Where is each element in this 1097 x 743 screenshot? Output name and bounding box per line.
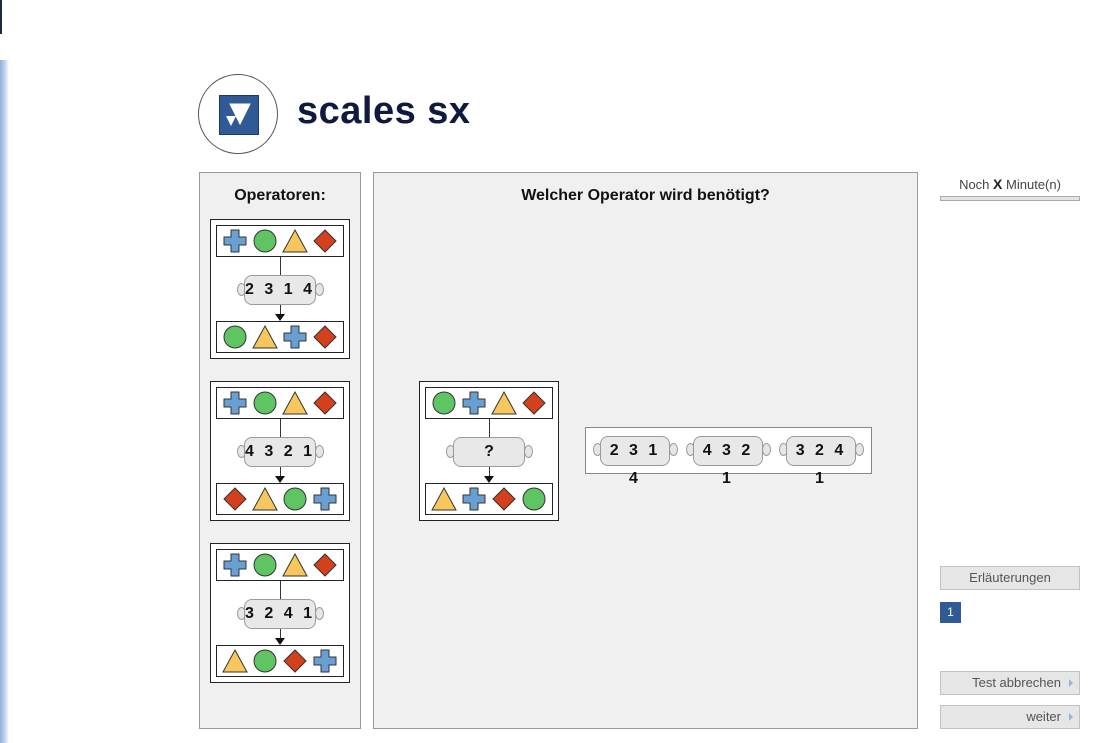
pill-knob-right [315, 445, 324, 458]
page-number-badge[interactable]: 1 [940, 602, 961, 623]
answer-option-label: 3 2 4 1 [786, 436, 856, 487]
pill-knob-right [524, 445, 533, 458]
triangle-icon [282, 390, 308, 415]
operator-card: 3 2 4 1 [210, 543, 350, 683]
arrow-down-icon [275, 314, 285, 321]
triangle-icon [252, 486, 278, 511]
operators-panel: Operatoren: 2 3 1 4 4 3 2 1 3 2 4 1 [199, 172, 361, 729]
pill-knob-right [762, 443, 771, 456]
explanations-button[interactable]: Erläuterungen [940, 566, 1080, 590]
triangle-icon [282, 228, 308, 253]
connector-line [280, 305, 281, 314]
shape-row-output [425, 483, 553, 515]
timer-value: X [993, 176, 1003, 192]
cross-icon [462, 487, 486, 511]
logo [198, 74, 278, 154]
diamond-icon [313, 229, 337, 253]
operator-card: 2 3 1 4 [210, 219, 350, 359]
shape-row-output [216, 483, 344, 515]
cancel-test-label: Test abbrechen [972, 675, 1061, 690]
pill-knob-right [315, 283, 324, 296]
shape-row-output [216, 645, 344, 677]
triangle-icon [431, 486, 457, 511]
connector-line [280, 419, 281, 437]
diamond-icon [223, 487, 247, 511]
diamond-icon [492, 487, 516, 511]
answer-option-label: 4 3 2 1 [693, 436, 763, 487]
connector-line [489, 467, 490, 476]
unknown-operator: ? [453, 437, 525, 467]
cross-icon [223, 391, 247, 415]
cross-icon [313, 487, 337, 511]
shape-row-input [216, 387, 344, 419]
circle-icon [223, 325, 247, 349]
connector-line [489, 419, 490, 437]
pill-knob-right [669, 443, 678, 456]
diamond-icon [283, 649, 307, 673]
triangle-icon [222, 648, 248, 673]
operator-code: 3 2 4 1 [244, 599, 316, 629]
pill-knob-right [855, 443, 864, 456]
timer-prefix: Noch [959, 177, 990, 192]
question-heading: Welcher Operator wird benötigt? [521, 187, 770, 204]
circle-icon [432, 391, 456, 415]
pill-knob-right [315, 607, 324, 620]
triangle-icon [252, 324, 278, 349]
shape-row-input [216, 549, 344, 581]
next-label: weiter [1026, 709, 1061, 724]
connector-line [280, 467, 281, 476]
diamond-icon [313, 325, 337, 349]
circle-icon [253, 553, 277, 577]
diamond-icon [522, 391, 546, 415]
answer-option-label: 2 3 1 4 [600, 436, 670, 487]
logo-icon [219, 95, 259, 135]
diamond-icon [313, 391, 337, 415]
circle-icon [253, 649, 277, 673]
explanations-label: Erläuterungen [969, 570, 1051, 585]
timer-suffix: Minute(n) [1006, 177, 1061, 192]
time-progress-bar [940, 196, 1080, 201]
cross-icon [223, 229, 247, 253]
circle-icon [253, 229, 277, 253]
cross-icon [283, 325, 307, 349]
next-button[interactable]: weiter [940, 705, 1080, 729]
triangle-icon [282, 552, 308, 577]
circle-icon [253, 391, 277, 415]
arrow-down-icon [484, 476, 494, 483]
circle-icon [522, 487, 546, 511]
app-title: scales sx [297, 90, 471, 132]
window-corner-mark [0, 0, 2, 34]
time-remaining: Noch X Minute(n) [940, 176, 1080, 192]
chevron-right-icon [1069, 679, 1073, 687]
triangle-icon [491, 390, 517, 415]
window-left-edge [0, 60, 9, 743]
operator-code: 2 3 1 4 [244, 275, 316, 305]
connector-line [280, 257, 281, 275]
chevron-right-icon [1069, 713, 1073, 721]
operator-code: 4 3 2 1 [244, 437, 316, 467]
cross-icon [462, 391, 486, 415]
connector-line [280, 629, 281, 638]
arrow-down-icon [275, 638, 285, 645]
question-card: ? [419, 381, 559, 521]
connector-line [280, 581, 281, 599]
cancel-test-button[interactable]: Test abbrechen [940, 671, 1080, 695]
cross-icon [223, 553, 247, 577]
shape-row-input [425, 387, 553, 419]
operators-heading: Operatoren: [234, 187, 326, 204]
cross-icon [313, 649, 337, 673]
shape-row-output [216, 321, 344, 353]
diamond-icon [313, 553, 337, 577]
circle-icon [283, 487, 307, 511]
shape-row-input [216, 225, 344, 257]
answer-options: 2 3 1 4 4 3 2 1 3 2 4 1 [585, 427, 872, 487]
arrow-down-icon [275, 476, 285, 483]
operator-card: 4 3 2 1 [210, 381, 350, 521]
